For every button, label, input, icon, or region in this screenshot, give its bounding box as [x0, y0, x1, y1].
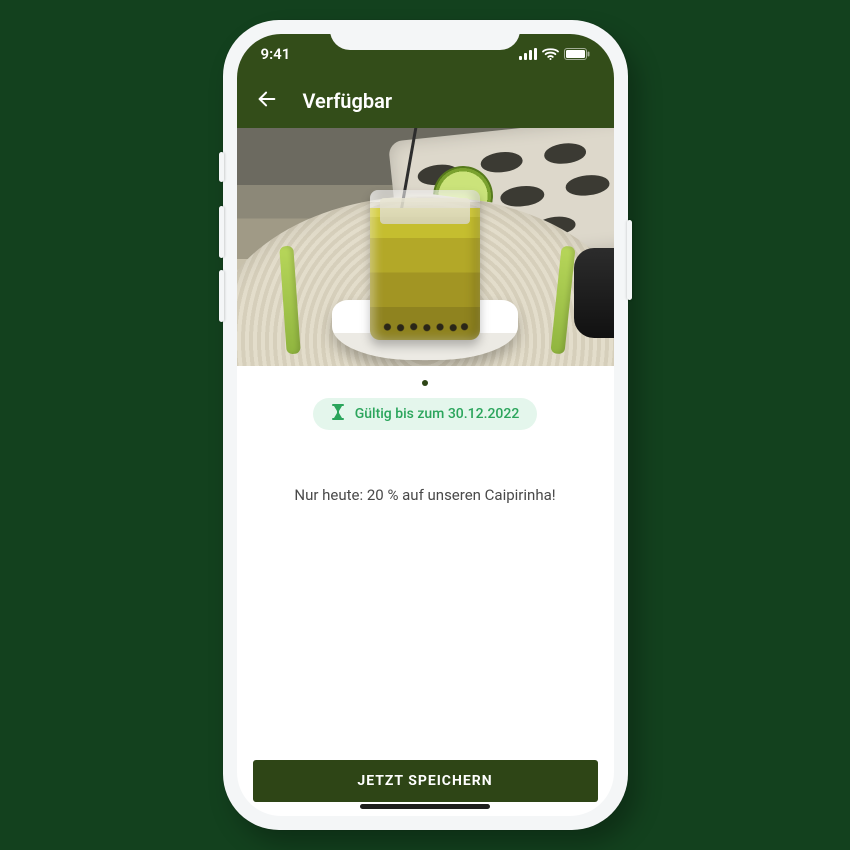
- save-button[interactable]: JETZT SPEICHERN: [253, 760, 598, 802]
- hero-glass: [370, 190, 480, 340]
- battery-icon: [564, 48, 590, 60]
- save-button-label: JETZT SPEICHERN: [357, 773, 492, 789]
- cellular-icon: [519, 48, 537, 60]
- app-header: Verfügbar: [237, 74, 614, 128]
- arrow-left-icon: [256, 88, 278, 114]
- back-button[interactable]: [253, 87, 281, 115]
- home-indicator[interactable]: [360, 804, 490, 809]
- carousel-indicator[interactable]: [422, 380, 428, 386]
- hero-dark-object: [574, 248, 614, 338]
- hero-illustration: [237, 128, 614, 366]
- screen: 9:41: [237, 34, 614, 816]
- phone-volume-up: [219, 206, 224, 258]
- page-title: Verfügbar: [303, 89, 393, 113]
- wifi-icon: [542, 48, 559, 60]
- hero-image[interactable]: [237, 128, 614, 366]
- phone-frame: 9:41: [223, 20, 628, 830]
- status-time: 9:41: [261, 45, 291, 63]
- validity-badge: Gültig bis zum 30.12.2022: [313, 398, 538, 430]
- status-indicators: [519, 48, 590, 60]
- phone-power-button: [627, 220, 632, 300]
- phone-notch: [330, 20, 520, 50]
- content-area: Gültig bis zum 30.12.2022 Nur heute: 20 …: [237, 366, 614, 816]
- offer-description: Nur heute: 20 % auf unseren Caipirinha!: [294, 486, 555, 504]
- hourglass-icon: [331, 404, 345, 424]
- validity-text: Gültig bis zum 30.12.2022: [355, 406, 520, 422]
- phone-mute-switch: [219, 152, 224, 182]
- phone-volume-down: [219, 270, 224, 322]
